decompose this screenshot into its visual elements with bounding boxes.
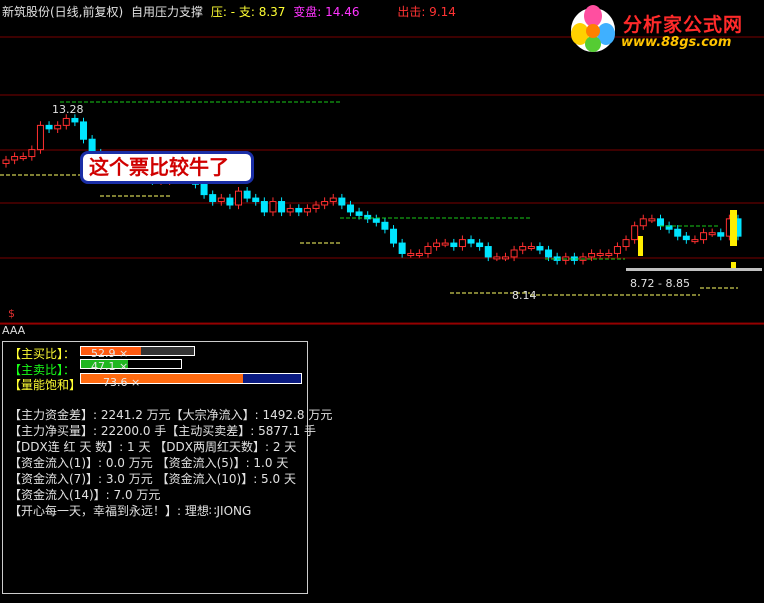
candle-up	[36, 124, 44, 151]
candle-up	[235, 190, 243, 206]
candle-up	[613, 246, 621, 254]
high-price-label: 13.28	[52, 103, 84, 116]
indicator-name: 自用压力支撑	[131, 5, 204, 19]
dollar-icon: $	[8, 307, 15, 320]
low-price-label: 8.14	[512, 289, 537, 302]
candle-down	[338, 197, 346, 206]
candle-down	[200, 183, 208, 196]
flower-icon	[571, 5, 615, 52]
signal-bar	[730, 210, 737, 246]
candle-down	[484, 246, 492, 258]
info-row-3: 【DDX连 红 天 数】: 1 天 【DDX两周红天数】: 2 天	[9, 440, 297, 454]
candle-up	[433, 242, 441, 248]
candle-down	[656, 218, 664, 227]
candle-up	[329, 197, 337, 203]
candle-down	[545, 249, 553, 258]
candle-down	[346, 204, 354, 213]
candle-down	[71, 117, 79, 123]
logo-url: www.88gs.com	[621, 35, 732, 50]
candle-down	[209, 194, 217, 203]
range-label: 8.72 - 8.85	[630, 277, 690, 290]
current-price-band	[626, 268, 762, 271]
candle-down	[278, 201, 286, 213]
candle-up	[303, 207, 311, 213]
signal-bar	[731, 262, 736, 268]
candle-down	[398, 242, 406, 254]
candle-down	[372, 218, 380, 223]
logo-title: 分析家公式网	[623, 14, 744, 36]
candle-down	[476, 242, 484, 248]
candle-down	[467, 239, 475, 244]
candle-up	[286, 207, 294, 213]
saturation-label: 【量能饱和】	[9, 378, 82, 392]
candle-down	[80, 121, 88, 140]
candle-up	[424, 246, 432, 254]
candle-up	[519, 246, 527, 251]
candle-down	[45, 124, 53, 130]
candle-up	[527, 246, 535, 250]
candle-up	[11, 156, 19, 161]
candle-up	[708, 232, 716, 236]
candle-up	[501, 256, 509, 260]
candle-up	[269, 201, 277, 213]
info-row-4: 【资金流入(1)】: 0.0 万元 【资金流入(5)】: 1.0 天	[9, 456, 289, 470]
main-buy-label: 【主买比】：	[9, 347, 76, 361]
candle-up	[622, 239, 630, 248]
candle-up	[407, 252, 415, 256]
candle-up	[510, 249, 518, 258]
candle-up	[691, 239, 699, 243]
candle-up	[700, 232, 708, 241]
candle-down	[381, 221, 389, 230]
candle-up	[458, 239, 466, 248]
main-sell-value: 47.1 ×	[91, 360, 129, 373]
info-row-2: 【主力净买量】: 22200.0 手【主动买卖差】: 5877.1 手	[9, 424, 316, 438]
candle-down	[295, 207, 303, 213]
candle-up	[28, 149, 36, 158]
annotation-callout: 这个票比较牛了	[80, 151, 254, 184]
candle-down	[390, 228, 398, 244]
ps-value: 压: - 支: 8.37	[210, 5, 286, 19]
candle-down	[252, 197, 260, 203]
candle-down	[717, 232, 725, 237]
saturation-rest-bar	[242, 374, 301, 383]
candle-up	[441, 242, 449, 246]
candle-down	[260, 201, 268, 213]
exit-value: 出击: 9.14	[397, 5, 456, 19]
candle-up	[605, 252, 613, 256]
candle-up	[639, 218, 647, 227]
candle-up	[596, 252, 604, 256]
sub-indicator-label: AAA	[2, 324, 26, 337]
candle-up	[321, 201, 329, 206]
info-row-6: 【资金流入(14)】: 7.0 万元	[9, 488, 161, 502]
info-row-7: 【开心每一天，幸福到永远！】: 理想∷JIONG	[9, 504, 252, 518]
indicator-panel: 【主买比】： 52.9 × 【主卖比】： 47.1 × 【量能饱和】 73.6 …	[2, 341, 332, 594]
candle-up	[493, 256, 501, 260]
candle-up	[62, 117, 70, 126]
candle-down	[674, 228, 682, 237]
candle-down	[355, 211, 363, 216]
site-logo: 分析家公式网 www.88gs.com	[565, 4, 761, 56]
candle-up	[648, 218, 656, 222]
candle-up	[631, 225, 639, 241]
candle-up	[2, 159, 10, 164]
candle-up	[217, 197, 225, 203]
candle-up	[588, 252, 596, 258]
candle-up	[19, 156, 27, 160]
candle-up	[54, 124, 62, 130]
candle-down	[536, 246, 544, 251]
saturation-value: 73.6 ×	[103, 376, 141, 389]
candle-down	[450, 242, 458, 248]
change-value: 变盘: 14.46	[293, 5, 360, 19]
candle-down	[682, 235, 690, 241]
candle-up	[312, 204, 320, 209]
candle-up	[415, 252, 423, 256]
candle-down	[243, 190, 251, 199]
signal-bar	[638, 236, 643, 256]
info-row-5: 【资金流入(7)】: 3.0 万元 【资金流入(10)】: 5.0 天	[9, 472, 296, 486]
info-row-1: 【主力资金差】: 2241.2 万元【大宗净流入】: 1492.8 万元	[9, 408, 333, 422]
chart-header: 新筑股份(日线,前复权) 自用压力支撑 压: - 支: 8.37 变盘: 14.…	[2, 3, 460, 20]
stock-title: 新筑股份(日线,前复权)	[2, 5, 124, 19]
candle-down	[226, 197, 234, 206]
